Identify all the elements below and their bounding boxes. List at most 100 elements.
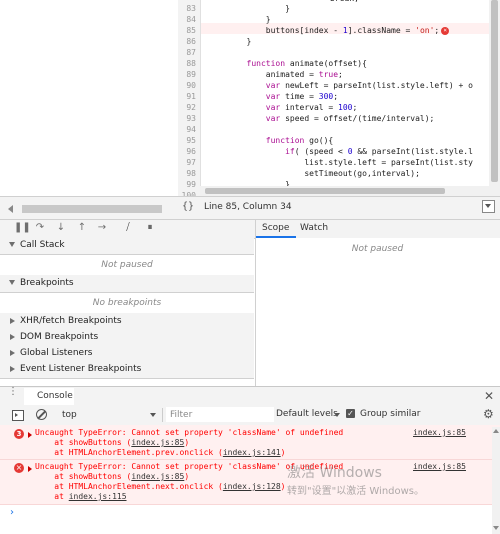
code-line[interactable]: setTimeout(go,interval); [208,168,420,179]
stack-link[interactable]: index.js:85 [131,438,184,447]
console-error-message[interactable]: × Uncaught TypeError: Cannot set propert… [0,460,500,505]
console-error-message[interactable]: 3 Uncaught TypeError: Cannot set propert… [0,425,500,460]
call-stack-message: Not paused [101,260,153,270]
line-number[interactable]: 88 [178,58,196,69]
drawer-tabbar [0,387,500,406]
scroll-left-arrow-icon[interactable] [8,205,13,213]
pretty-print-button[interactable]: {} [182,201,194,212]
code-line[interactable]: animated = true; [208,69,343,80]
breakpoints-label: Breakpoints [20,278,74,288]
line-number[interactable]: 94 [178,124,196,135]
line-number[interactable]: 91 [178,91,196,102]
navigator-pane [0,0,179,196]
line-number[interactable]: 90 [178,80,196,91]
source-link[interactable]: index.js:85 [413,462,466,471]
scroll-down-arrow-icon[interactable] [493,526,499,530]
code-line[interactable]: buttons[index - 1].className = 'on'; × [208,25,450,36]
stack-frame: at showButtons (index.js:85) [35,438,190,447]
line-number[interactable]: 97 [178,157,196,168]
group-similar-label[interactable]: Group similar [360,409,420,419]
call-stack-header[interactable]: Call Stack [0,237,254,255]
expand-right-icon[interactable] [28,466,32,472]
code-line[interactable]: if( (speed < 0 && parseInt(list.style.l [208,146,473,157]
line-number[interactable]: 98 [178,168,196,179]
line-number[interactable]: 83 [178,3,196,14]
code-line[interactable]: list.style.left = parseInt(list.sty [208,157,473,168]
stack-link[interactable]: index.js:128 [223,482,281,491]
chevron-down-icon[interactable] [334,413,340,417]
line-number[interactable]: 84 [178,14,196,25]
line-number[interactable]: 86 [178,36,196,47]
code-line[interactable]: } [208,3,290,14]
line-number[interactable]: 93 [178,113,196,124]
pause-icon[interactable]: ❚❚ [14,222,31,234]
error-text: Uncaught TypeError: Cannot set property … [35,428,344,437]
error-marker-icon[interactable]: × [441,26,450,35]
editor-horizontal-scroll-thumb[interactable] [205,188,445,194]
breakpoints-header[interactable]: Breakpoints [0,275,254,293]
console-prompt[interactable]: › [10,507,14,518]
breakpoints-message: No breakpoints [92,298,162,308]
code-line[interactable]: var interval = 100; [208,102,358,113]
step-into-icon[interactable]: ↓ [55,222,67,234]
tab-console-label: Console [37,391,73,401]
stack-frame: at HTMLAnchorElement.prev.onclick (index… [35,448,286,457]
editor-vertical-scroll-thumb[interactable] [491,0,498,182]
breakpoints-body: No breakpoints [0,293,254,314]
code-line[interactable]: } [208,14,271,25]
drawer-menu-icon[interactable]: ⋮ [8,387,18,397]
context-value: top [62,410,77,420]
group-similar-checkbox[interactable]: ✓ [346,409,355,418]
stack-link[interactable]: index.js:115 [69,492,127,501]
console-scrollbar[interactable] [492,427,500,534]
stack-link[interactable]: index.js:85 [131,472,184,481]
expand-right-icon [10,350,15,356]
call-stack-body: Not paused [0,255,254,276]
log-levels-dropdown[interactable]: Default levels [276,409,338,419]
line-number[interactable]: 92 [178,102,196,113]
repeat-count-badge: 3 [14,429,24,439]
code-line[interactable]: function animate(offset){ [208,58,367,69]
cursor-position: Line 85, Column 34 [204,202,292,212]
stack-frame: at showButtons (index.js:85) [35,472,190,481]
gear-icon[interactable]: ⚙ [483,407,494,421]
line-number[interactable]: 99 [178,179,196,190]
navigator-scroll-thumb[interactable] [22,205,162,213]
event-listener-breakpoints-header[interactable]: Event Listener Breakpoints [0,361,254,379]
line-number[interactable]: 87 [178,47,196,58]
error-icon: × [14,463,24,473]
expand-down-icon [9,280,15,285]
step-over-icon[interactable]: ↷ [34,222,46,234]
step-out-icon[interactable]: ↑ [76,222,88,234]
scroll-up-arrow-icon[interactable] [493,429,499,433]
code-line[interactable]: } [208,36,252,47]
global-listeners-label: Global Listeners [20,348,93,358]
line-number[interactable]: 85 [178,25,196,36]
line-number[interactable]: 96 [178,146,196,157]
filter-input[interactable] [166,407,274,422]
show-console-sidebar-icon[interactable] [12,410,24,421]
stack-link[interactable]: index.js:141 [223,448,281,457]
code-line[interactable]: var time = 300; [208,91,338,102]
code-line[interactable]: var speed = offset/(time/interval); [208,113,435,124]
pause-on-exceptions-icon[interactable]: ⏸ [144,222,156,234]
clear-console-icon[interactable] [36,409,47,420]
line-number[interactable]: 89 [178,69,196,80]
code-line[interactable]: break; [330,0,359,4]
code-line[interactable]: var newLeft = parseInt(list.style.left) … [208,80,473,91]
xhr-breakpoints-label: XHR/fetch Breakpoints [20,316,122,326]
toggle-sidebar-button[interactable] [482,200,495,213]
code-line[interactable]: function go(){ [208,135,333,146]
expand-right-icon[interactable] [28,432,32,438]
scope-panel [255,238,500,386]
close-icon[interactable]: ✕ [484,389,494,403]
tab-scope[interactable]: Scope [262,223,289,233]
tab-watch[interactable]: Watch [300,223,328,233]
deactivate-breakpoints-icon[interactable]: ⧸ [122,222,134,234]
line-number[interactable]: 95 [178,135,196,146]
toolbar-divider [162,408,163,422]
source-link[interactable]: index.js:85 [413,428,466,437]
context-selector[interactable]: top [56,406,156,424]
expand-down-icon [9,242,15,247]
step-icon[interactable]: → [96,222,108,234]
